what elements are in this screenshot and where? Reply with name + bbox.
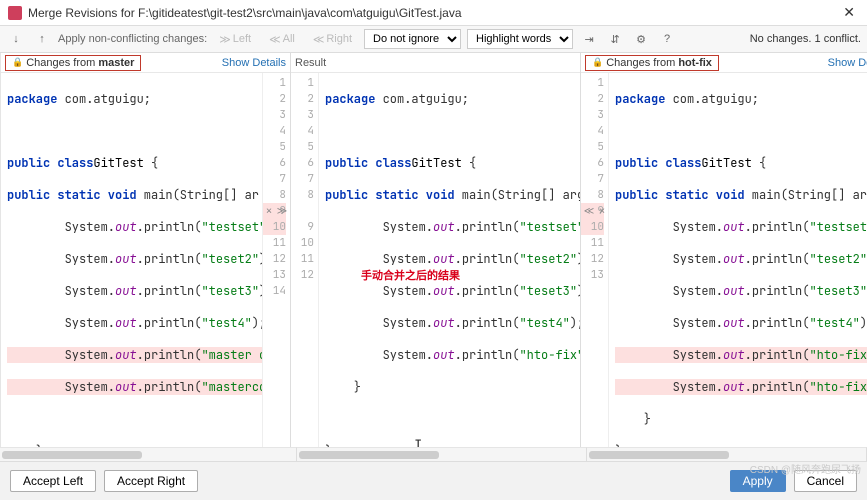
left-hscroll[interactable]: [0, 447, 297, 461]
accept-left-button[interactable]: Accept Left: [10, 470, 96, 492]
help-icon[interactable]: ?: [657, 29, 677, 49]
sync-scroll-icon[interactable]: ⇵: [605, 29, 625, 49]
left-merge-actions[interactable]: ✕≫: [263, 203, 288, 219]
right-hscroll[interactable]: [587, 447, 867, 461]
collapse-icon[interactable]: ⇥: [579, 29, 599, 49]
status-text: No changes. 1 conflict.: [750, 33, 861, 45]
reject-icon: ✕: [596, 203, 608, 219]
right-branch-tag: 🔒 Changes from hot-fix: [585, 55, 719, 71]
apply-left-button[interactable]: ≫ Left: [213, 31, 257, 48]
prev-diff-icon[interactable]: ↓: [6, 29, 26, 49]
accept-right-button[interactable]: Accept Right: [104, 470, 198, 492]
left-branch-tag: 🔒 Changes from master: [5, 55, 141, 71]
lock-icon: 🔒: [592, 57, 603, 68]
show-details-link[interactable]: Show Details: [828, 57, 867, 69]
app-icon: [8, 6, 22, 20]
mid-gutter: 123456789101112: [291, 73, 319, 447]
reject-icon: ✕: [263, 203, 275, 219]
show-details-link[interactable]: Show Details: [222, 57, 286, 69]
text-cursor: I: [414, 438, 422, 447]
settings-icon[interactable]: ⚙: [631, 29, 651, 49]
annotation-text: 手动合并之后的结果: [361, 268, 460, 284]
window-title: Merge Revisions for F:\gitideatest\git-t…: [28, 6, 833, 20]
apply-right-button[interactable]: ≪ Right: [307, 31, 358, 48]
lock-icon: 🔒: [12, 57, 23, 68]
apply-all-button[interactable]: ≪ All: [263, 31, 301, 48]
left-gutter: 1234567891011121314: [262, 73, 290, 447]
mid-hscroll[interactable]: [297, 447, 587, 461]
accept-icon: ≫: [276, 203, 288, 219]
left-code: package com.atguigu; public class GitTes…: [1, 73, 262, 447]
result-label: Result: [295, 57, 326, 69]
ignore-mode-select[interactable]: Do not ignore: [364, 29, 461, 49]
watermark: CSDN @随风奔跑尿飞扬: [750, 461, 861, 476]
apply-nc-label: Apply non-conflicting changes:: [58, 33, 207, 45]
accept-icon: ≪: [583, 203, 595, 219]
mid-code[interactable]: package com.atguigu; public class GitTes…: [319, 73, 580, 447]
close-icon[interactable]: ✕: [839, 4, 859, 21]
right-code: package com.atguigu; public class GitTes…: [609, 73, 867, 447]
right-merge-actions[interactable]: ≪✕: [583, 203, 608, 219]
highlight-mode-select[interactable]: Highlight words: [467, 29, 573, 49]
next-diff-icon[interactable]: ↑: [32, 29, 52, 49]
right-gutter: 12345678910111213: [581, 73, 609, 447]
